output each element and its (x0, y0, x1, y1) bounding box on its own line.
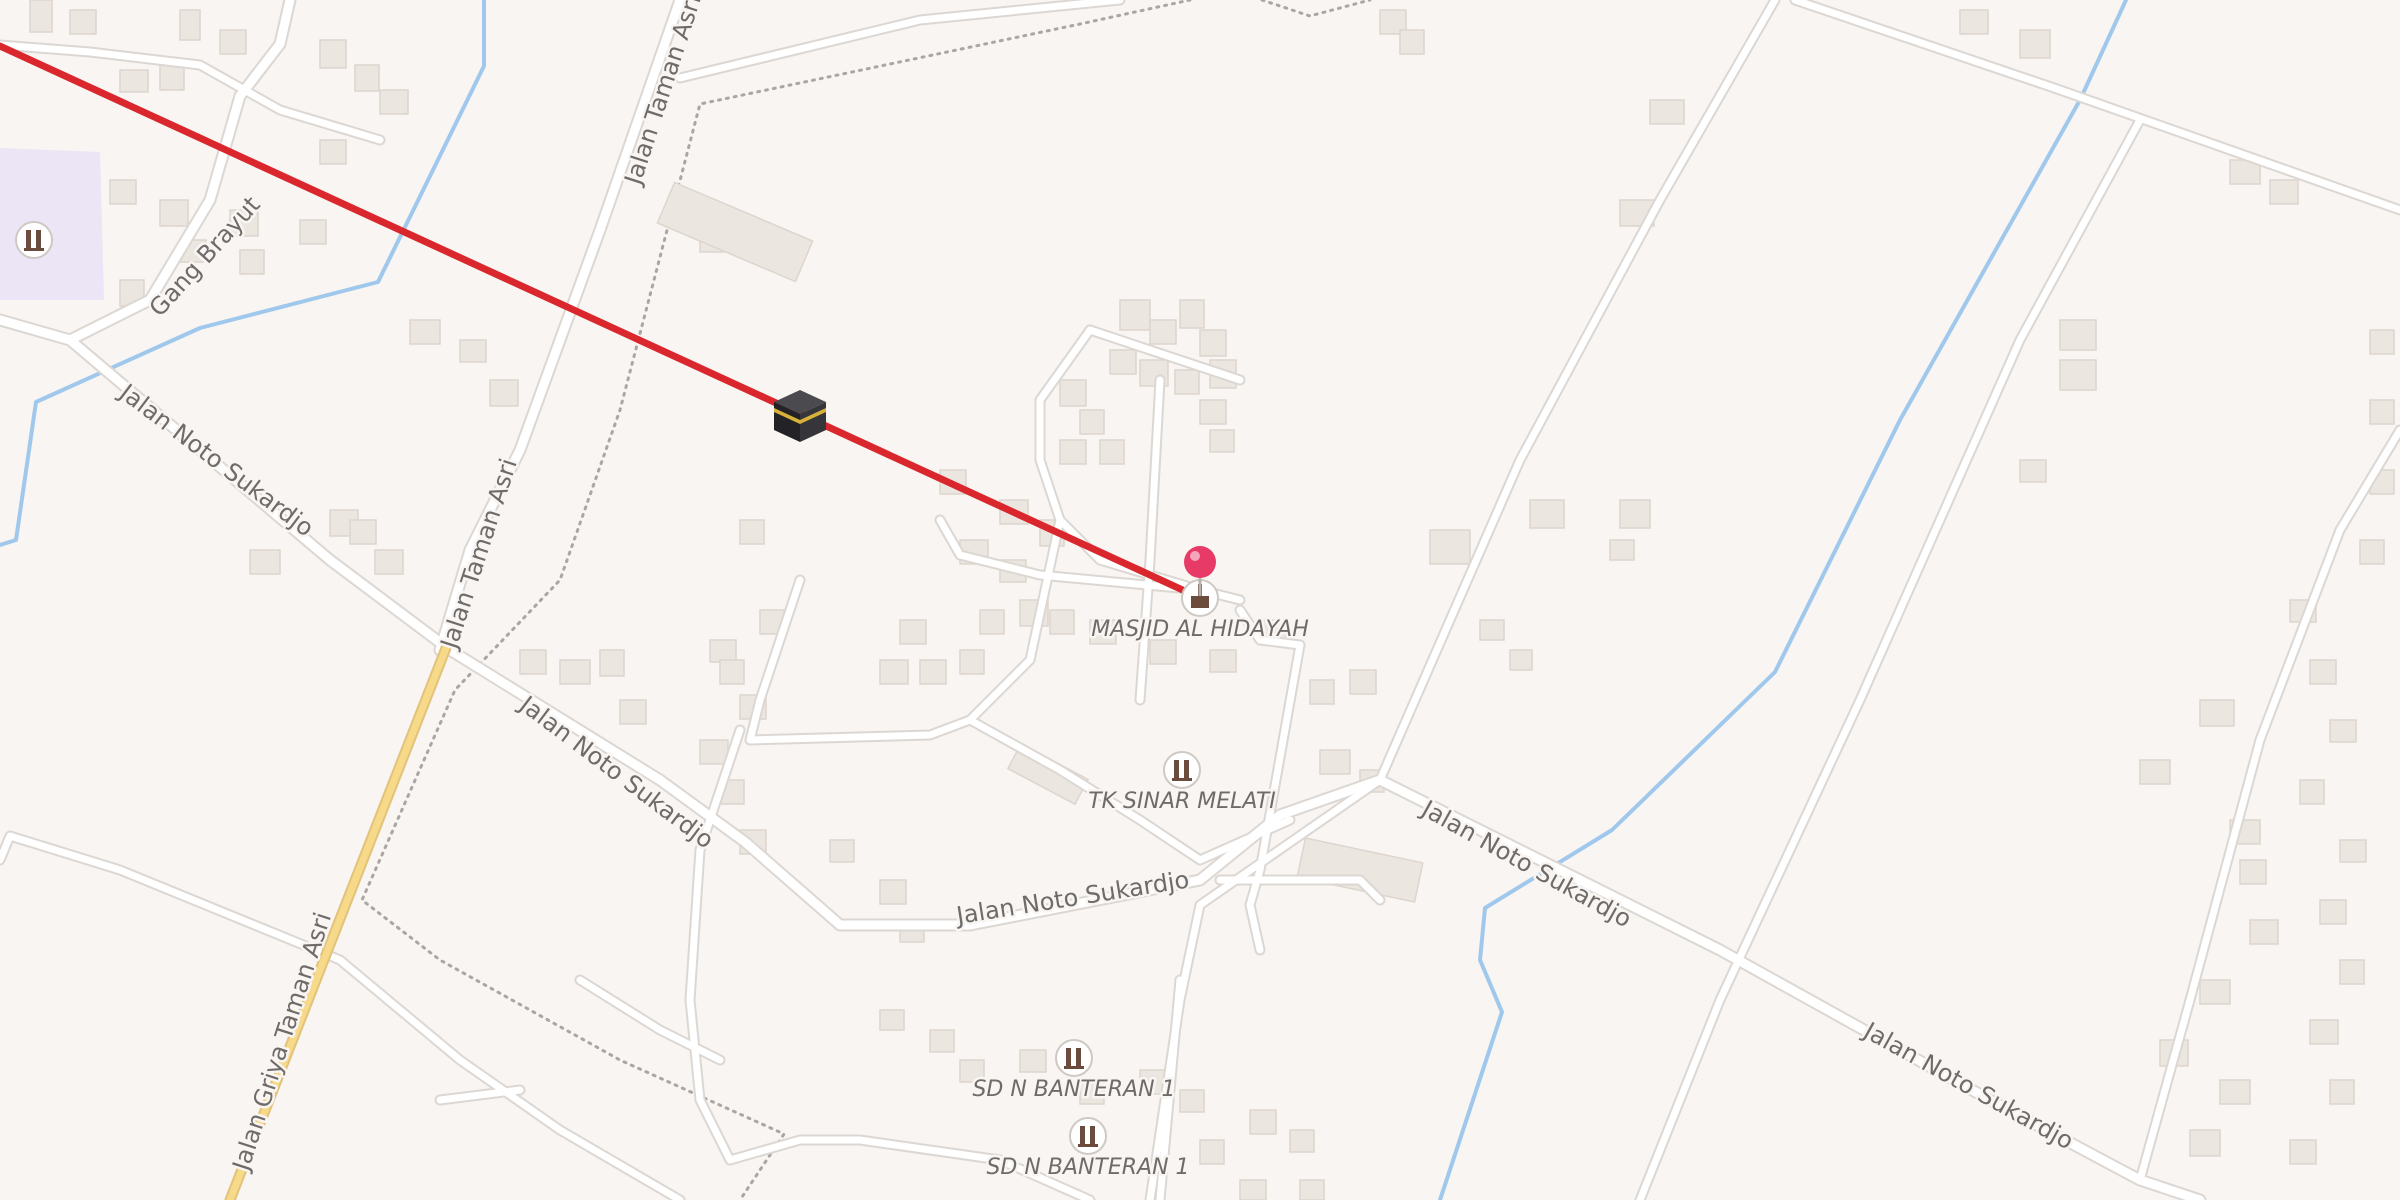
poi-label-sd-n-banteran-1a: SD N BANTERAN 1 (972, 1077, 1175, 1102)
poi-school-left[interactable] (15, 221, 53, 259)
poi-label-tk-sinar-melati: TK SINAR MELATI (1088, 789, 1276, 814)
school-landuse-area (0, 148, 104, 300)
poi-label-masjid-al-hidayah: MASJID AL HIDAYAH (1091, 617, 1309, 642)
map-canvas[interactable]: Jalan Taman Asri Jalan Taman Asri Jalan … (0, 0, 2400, 1200)
poi-label-sd-n-banteran-1b: SD N BANTERAN 1 (986, 1155, 1189, 1180)
